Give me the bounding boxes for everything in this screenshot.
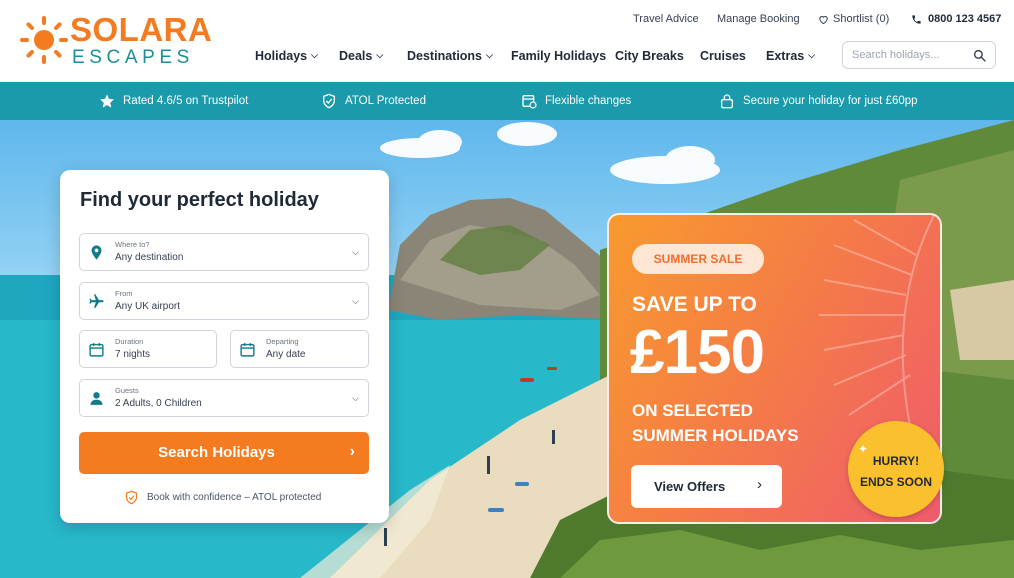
destination-select[interactable]: Where to? Any destination ⌵ bbox=[79, 233, 369, 271]
shortlist-link[interactable]: Shortlist (0) bbox=[818, 12, 889, 26]
hurry-text: HURRY! bbox=[872, 454, 920, 468]
brand-name-bottom: ESCAPES bbox=[72, 47, 194, 68]
trust-item-atol: ATOL Protected bbox=[321, 93, 426, 109]
trust-item-secure: Secure your holiday for just £60pp bbox=[719, 93, 918, 109]
nav-city-breaks[interactable]: City Breaks bbox=[615, 48, 684, 64]
trust-text: Rated 4.6/5 on Trustpilot bbox=[123, 95, 249, 107]
holiday-search-card: Find your perfect holiday Where to? Any … bbox=[60, 170, 389, 523]
heart-icon bbox=[819, 15, 828, 24]
hurry-ends-soon-badge: ✦ HURRY! ENDS SOON bbox=[848, 421, 944, 517]
promo-headline: SAVE UP TO bbox=[632, 293, 757, 316]
field-value: Any UK airport bbox=[115, 301, 181, 312]
search-holidays-button[interactable]: Search Holidays › bbox=[79, 432, 369, 474]
calendar-icon bbox=[89, 343, 104, 357]
nav-label: City Breaks bbox=[615, 49, 684, 63]
field-value: Any destination bbox=[115, 252, 184, 263]
view-offers-button[interactable]: View Offers › bbox=[631, 465, 782, 508]
lock-icon bbox=[721, 94, 733, 109]
view-offers-label: View Offers bbox=[654, 479, 726, 494]
field-value: 2 Adults, 0 Children bbox=[115, 398, 202, 409]
nav-label: Family Holidays bbox=[511, 49, 607, 63]
field-label: Guests bbox=[115, 386, 139, 395]
field-label: From bbox=[115, 289, 133, 298]
promo-subline-2: SUMMER HOLIDAYS bbox=[632, 426, 799, 445]
search-button-label: Search Holidays bbox=[158, 444, 275, 461]
manage-booking-link[interactable]: Manage Booking bbox=[717, 12, 800, 26]
nav-label: Cruises bbox=[700, 49, 746, 63]
sun-icon bbox=[20, 16, 68, 64]
nav-destinations[interactable]: Destinations ⌵ bbox=[407, 48, 493, 64]
brand-logo[interactable]: SOLARA ESCAPES bbox=[18, 12, 212, 68]
promo-amount: £150 bbox=[630, 318, 765, 387]
nav-label: Extras bbox=[766, 49, 805, 63]
nav-label: Destinations bbox=[407, 49, 483, 63]
trust-item-trustpilot: Rated 4.6/5 on Trustpilot bbox=[99, 93, 248, 109]
plane-icon bbox=[89, 294, 104, 308]
chevron-down-icon: ⌵ bbox=[352, 393, 359, 403]
summer-sale-badge: SUMMER SALE bbox=[632, 244, 764, 274]
trust-text: ATOL Protected bbox=[345, 95, 426, 107]
chevron-down-icon: ⌵ bbox=[352, 247, 359, 257]
shield-check-icon bbox=[125, 490, 138, 505]
calendar-icon bbox=[240, 343, 255, 357]
palm-leaf-icon bbox=[819, 215, 935, 445]
departing-date-picker[interactable]: Departing Any date bbox=[230, 330, 369, 368]
calendar-refresh-icon bbox=[522, 95, 537, 109]
chevron-down-icon: ⌵ bbox=[376, 50, 384, 60]
trust-text: Secure your holiday for just £60pp bbox=[743, 95, 918, 107]
site-header: SOLARA ESCAPES Travel Advice Manage Book… bbox=[0, 0, 1014, 82]
promo-subline-1: ON SELECTED bbox=[632, 401, 753, 420]
field-label: Duration bbox=[115, 337, 144, 346]
chevron-right-icon: › bbox=[349, 443, 355, 460]
ends-soon-text: ENDS SOON bbox=[859, 475, 932, 489]
phone-number: 0800 123 4567 bbox=[928, 13, 1002, 25]
chevron-down-icon: ⌵ bbox=[311, 50, 318, 60]
chevron-right-icon: › bbox=[757, 476, 762, 493]
site-search bbox=[842, 41, 996, 69]
search-input[interactable] bbox=[852, 47, 970, 63]
nav-deals[interactable]: Deals ⌵ bbox=[339, 48, 383, 64]
trust-text: Flexible changes bbox=[545, 95, 632, 107]
chevron-down-icon: ⌵ bbox=[486, 50, 493, 60]
map-pin-icon bbox=[91, 245, 102, 260]
shield-check-icon bbox=[323, 93, 335, 109]
confidence-text: Book with confidence – ATOL protected bbox=[147, 491, 322, 503]
field-label: Departing bbox=[266, 337, 299, 346]
nav-extras[interactable]: Extras ⌵ bbox=[766, 48, 815, 64]
person-icon bbox=[90, 392, 103, 405]
nav-label: Holidays bbox=[255, 49, 308, 63]
nav-cruises[interactable]: Cruises bbox=[700, 48, 746, 64]
trust-bar: Rated 4.6/5 on Trustpilot ATOL Protected… bbox=[0, 82, 1014, 120]
phone-icon bbox=[912, 14, 921, 24]
departure-airport-select[interactable]: From Any UK airport ⌵ bbox=[79, 282, 369, 320]
nav-holidays[interactable]: Holidays ⌵ bbox=[255, 48, 318, 64]
nav-label: Deals bbox=[339, 49, 373, 63]
chevron-down-icon: ⌵ bbox=[352, 296, 359, 306]
duration-select[interactable]: Duration 7 nights bbox=[79, 330, 217, 368]
search-card-title: Find your perfect holiday bbox=[80, 189, 319, 211]
travel-advice-link[interactable]: Travel Advice bbox=[633, 12, 699, 26]
field-label: Where to? bbox=[115, 240, 150, 249]
atol-confidence-note: Book with confidence – ATOL protected bbox=[124, 490, 321, 505]
chevron-down-icon: ⌵ bbox=[808, 50, 816, 60]
guests-select[interactable]: Guests 2 Adults, 0 Children ⌵ bbox=[79, 379, 369, 417]
search-icon[interactable] bbox=[973, 49, 986, 62]
star-icon bbox=[100, 94, 114, 108]
trust-item-flexible: Flexible changes bbox=[521, 93, 631, 109]
field-value: Any date bbox=[266, 349, 306, 360]
field-value: 7 nights bbox=[115, 349, 151, 360]
nav-family-holidays[interactable]: Family Holidays bbox=[511, 48, 606, 64]
shortlist-label: Shortlist (0) bbox=[833, 13, 890, 25]
brand-name-top: SOLARA bbox=[70, 11, 213, 48]
phone-link[interactable]: 0800 123 4567 bbox=[911, 12, 1001, 26]
